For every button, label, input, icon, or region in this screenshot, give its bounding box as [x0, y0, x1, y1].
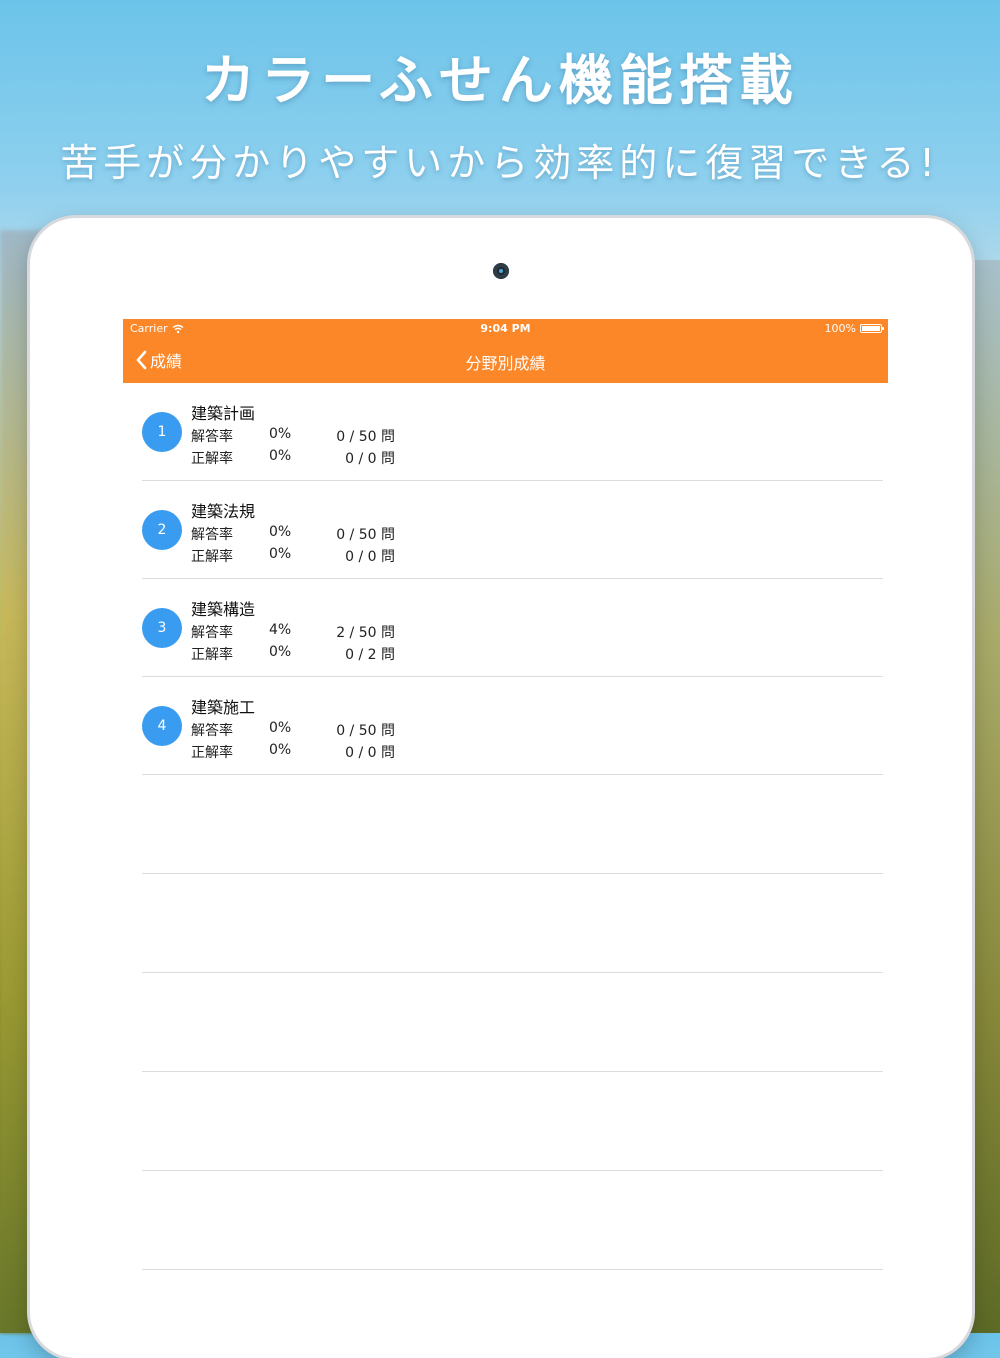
- answer-rate-label: 解答率: [191, 527, 233, 543]
- promo-subline: 苦手が分かりやすいから効率的に復習できる!: [60, 141, 940, 185]
- correct-rate-line: 正解率 0% 0 / 2 問: [191, 644, 401, 663]
- answer-rate-value: 0%: [269, 720, 292, 736]
- category-title: 建築法規: [191, 502, 256, 521]
- promo-headline: カラーふせん機能搭載: [201, 49, 799, 112]
- category-row[interactable]: 3 建築構造 解答率 4% 2 / 50 問 正解率 0% 0 / 2 問: [142, 579, 883, 677]
- answer-rate-label: 解答率: [191, 429, 233, 445]
- answer-rate-label: 解答率: [191, 625, 233, 641]
- app-screen: Carrier 9:04 PM 100% 成績 分野別成績 1 建築計画 解答率: [123, 319, 888, 1333]
- category-title: 建築計画: [191, 404, 256, 423]
- correct-rate-line: 正解率 0% 0 / 0 問: [191, 448, 401, 467]
- category-row[interactable]: 2 建築法規 解答率 0% 0 / 50 問 正解率 0% 0 / 0 問: [142, 481, 883, 579]
- navigation-bar: Carrier 9:04 PM 100% 成績 分野別成績: [123, 319, 888, 383]
- answer-rate-line: 解答率 4% 2 / 50 問: [191, 622, 401, 641]
- answer-rate-line: 解答率 0% 0 / 50 問: [191, 426, 401, 445]
- correct-rate-line: 正解率 0% 0 / 0 問: [191, 546, 401, 565]
- answer-rate-line: 解答率 0% 0 / 50 問: [191, 720, 401, 739]
- answer-count: 0 / 50 問: [336, 429, 395, 445]
- correct-rate-value: 0%: [269, 742, 292, 758]
- correct-rate-label: 正解率: [191, 549, 233, 565]
- battery-label: 100%: [824, 322, 856, 335]
- answer-count: 2 / 50 問: [336, 625, 395, 641]
- number-badge: 3: [142, 608, 182, 648]
- page-title: 分野別成績: [465, 354, 546, 373]
- answer-count: 0 / 50 問: [336, 723, 395, 739]
- correct-rate-line: 正解率 0% 0 / 0 問: [191, 742, 401, 761]
- empty-row: [142, 1072, 883, 1171]
- correct-count: 0 / 0 問: [345, 549, 395, 565]
- answer-rate-value: 4%: [269, 622, 292, 638]
- correct-rate-label: 正解率: [191, 745, 233, 761]
- empty-row: [142, 874, 883, 973]
- empty-row: [142, 1171, 883, 1270]
- status-battery: 100%: [824, 322, 884, 335]
- correct-count: 0 / 2 問: [345, 647, 395, 663]
- category-title: 建築構造: [191, 600, 256, 619]
- status-time: 9:04 PM: [480, 322, 531, 335]
- category-title: 建築施工: [191, 698, 256, 717]
- number-badge: 2: [142, 510, 182, 550]
- answer-count: 0 / 50 問: [336, 527, 395, 543]
- correct-rate-value: 0%: [269, 644, 292, 660]
- answer-rate-line: 解答率 0% 0 / 50 問: [191, 524, 401, 543]
- empty-row: [142, 973, 883, 1072]
- answer-rate-value: 0%: [269, 524, 292, 540]
- battery-icon: [860, 324, 884, 333]
- category-row[interactable]: 4 建築施工 解答率 0% 0 / 50 問 正解率 0% 0 / 0 問: [142, 677, 883, 775]
- correct-rate-label: 正解率: [191, 451, 233, 467]
- answer-rate-label: 解答率: [191, 723, 233, 739]
- correct-rate-value: 0%: [269, 546, 292, 562]
- number-badge: 1: [142, 412, 182, 452]
- correct-count: 0 / 0 問: [345, 745, 395, 761]
- correct-rate-value: 0%: [269, 448, 292, 464]
- category-list: 1 建築計画 解答率 0% 0 / 50 問 正解率 0% 0 / 0 問 2 …: [123, 383, 888, 1270]
- answer-rate-value: 0%: [269, 426, 292, 442]
- correct-count: 0 / 0 問: [345, 451, 395, 467]
- empty-row: [142, 775, 883, 874]
- correct-rate-label: 正解率: [191, 647, 233, 663]
- category-row[interactable]: 1 建築計画 解答率 0% 0 / 50 問 正解率 0% 0 / 0 問: [142, 383, 883, 481]
- camera-icon: [493, 263, 509, 279]
- number-badge: 4: [142, 706, 182, 746]
